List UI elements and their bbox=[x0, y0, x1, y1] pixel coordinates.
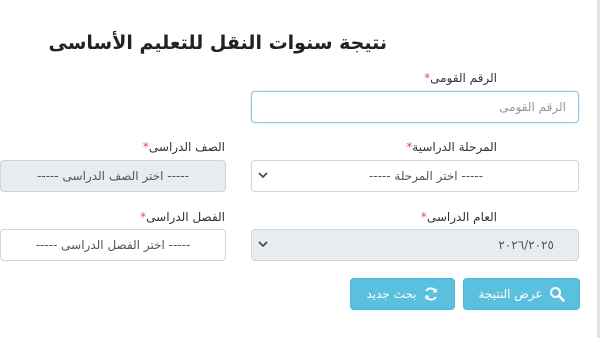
chevron-down-icon bbox=[252, 171, 274, 182]
grade-label: الصف الدراسى* bbox=[142, 140, 225, 154]
national-id-placeholder: الرقم القومى bbox=[499, 100, 566, 114]
national-id-label: الرقم القومى* bbox=[424, 71, 497, 85]
new-search-button[interactable]: بحث جديد bbox=[350, 278, 455, 310]
chevron-down-icon bbox=[252, 240, 274, 251]
term-select-value: ----- اختر الفصل الدراسى ----- bbox=[35, 238, 191, 252]
term-label: الفصل الدراسى* bbox=[140, 210, 225, 224]
stage-label: المرحلة الدراسية* bbox=[406, 140, 497, 154]
show-result-button[interactable]: عرض النتيجة bbox=[463, 278, 580, 310]
page-title: نتيجة سنوات النقل للتعليم الأساسى bbox=[48, 32, 387, 54]
show-result-label: عرض النتيجة bbox=[478, 287, 543, 301]
new-search-label: بحث جديد bbox=[366, 287, 417, 301]
grade-select[interactable]: ----- اختر الصف الدراسى ----- bbox=[0, 160, 226, 192]
stage-select[interactable]: ----- اختر المرحلة ----- bbox=[251, 160, 579, 192]
year-select[interactable]: ٢٠٢٦/٢٠٢٥ bbox=[251, 229, 579, 261]
national-id-input[interactable]: الرقم القومى bbox=[251, 91, 579, 123]
term-select[interactable]: ----- اختر الفصل الدراسى ----- bbox=[0, 229, 226, 261]
stage-select-value: ----- اختر المرحلة ----- bbox=[368, 169, 484, 183]
grade-select-value: ----- اختر الصف الدراسى ----- bbox=[37, 169, 189, 183]
year-select-value: ٢٠٢٦/٢٠٢٥ bbox=[498, 238, 554, 252]
year-label: العام الدراسى* bbox=[420, 210, 497, 224]
search-icon bbox=[549, 286, 565, 302]
refresh-icon bbox=[423, 286, 439, 302]
